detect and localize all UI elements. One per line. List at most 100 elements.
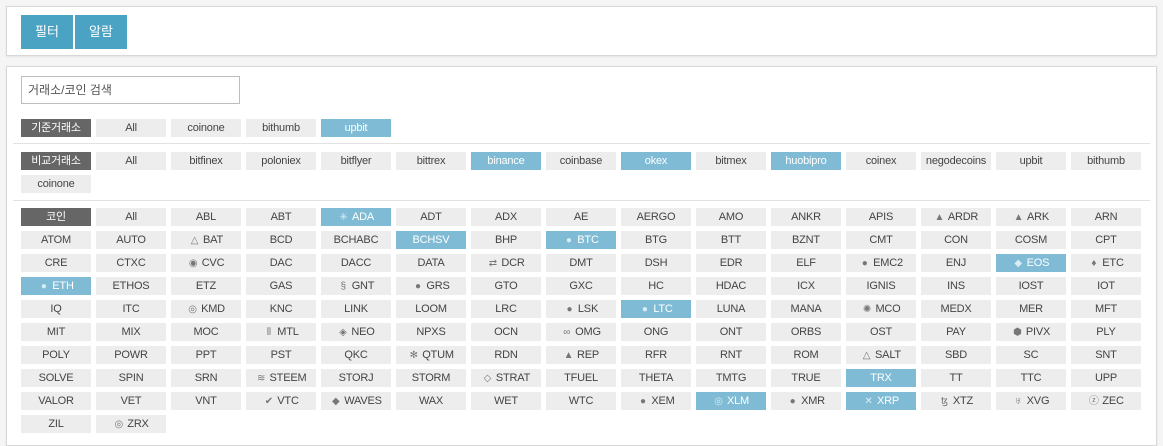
alarm-button[interactable]: 알람 (75, 15, 127, 49)
coin-ark-chip[interactable]: ▲ ARK (996, 208, 1066, 226)
coin-hdac-chip[interactable]: HDAC (696, 277, 766, 295)
coin-xmr-chip[interactable]: ● XMR (771, 392, 841, 410)
search-input[interactable] (21, 76, 240, 104)
coin-btg-chip[interactable]: BTG (621, 231, 691, 249)
coin-abt-chip[interactable]: ABT (246, 208, 316, 226)
coin-solve-chip[interactable]: SOLVE (21, 369, 91, 387)
coin-iq-chip[interactable]: IQ (21, 300, 91, 318)
coin-ppt-chip[interactable]: PPT (171, 346, 241, 364)
coin-bchabc-chip[interactable]: BCHABC (321, 231, 391, 249)
coin-rfr-chip[interactable]: RFR (621, 346, 691, 364)
coin-orbs-chip[interactable]: ORBS (771, 323, 841, 341)
coin-pst-chip[interactable]: PST (246, 346, 316, 364)
coin-kmd-chip[interactable]: ◎ KMD (171, 300, 241, 318)
coin-xrp-chip[interactable]: ✕ XRP (846, 392, 916, 410)
coin-neo-chip[interactable]: ◈ NEO (321, 323, 391, 341)
coin-icx-chip[interactable]: ICX (771, 277, 841, 295)
coin-xem-chip[interactable]: ● XEM (621, 392, 691, 410)
coin-etz-chip[interactable]: ETZ (171, 277, 241, 295)
coin-mana-chip[interactable]: MANA (771, 300, 841, 318)
coin-cvc-chip[interactable]: ◉ CVC (171, 254, 241, 272)
coin-mtl-chip[interactable]: ⦀ MTL (246, 323, 316, 341)
coin-dmt-chip[interactable]: DMT (546, 254, 616, 272)
coin-edr-chip[interactable]: EDR (696, 254, 766, 272)
base-exchange-bithumb-chip[interactable]: bithumb (246, 119, 316, 137)
coin-ardr-chip[interactable]: ▲ ARDR (921, 208, 991, 226)
compare-exchange-coinex-chip[interactable]: coinex (846, 152, 916, 170)
coin-bcd-chip[interactable]: BCD (246, 231, 316, 249)
coin-data-chip[interactable]: DATA (396, 254, 466, 272)
coin-bat-chip[interactable]: △ BAT (171, 231, 241, 249)
coin-ae-chip[interactable]: AE (546, 208, 616, 226)
coin-pivx-chip[interactable]: ⬢ PIVX (996, 323, 1066, 341)
coin-rom-chip[interactable]: ROM (771, 346, 841, 364)
compare-exchange-coinone-chip[interactable]: coinone (21, 175, 91, 193)
coin-itc-chip[interactable]: ITC (96, 300, 166, 318)
coin-mco-chip[interactable]: ✺ MCO (846, 300, 916, 318)
coin-qtum-chip[interactable]: ✻ QTUM (396, 346, 466, 364)
coin-atom-chip[interactable]: ATOM (21, 231, 91, 249)
coin-eth-chip[interactable]: ● ETH (21, 277, 91, 295)
coin-knc-chip[interactable]: KNC (246, 300, 316, 318)
coin-etc-chip[interactable]: ♦ ETC (1071, 254, 1141, 272)
coin-steem-chip[interactable]: ≋ STEEM (246, 369, 316, 387)
coin-storj-chip[interactable]: STORJ (321, 369, 391, 387)
compare-exchange-all-chip[interactable]: All (96, 152, 166, 170)
coin-bchsv-chip[interactable]: BCHSV (396, 231, 466, 249)
coin-ankr-chip[interactable]: ANKR (771, 208, 841, 226)
coin-xtz-chip[interactable]: ꜩ XTZ (921, 392, 991, 410)
coin-bhp-chip[interactable]: BHP (471, 231, 541, 249)
coin-spin-chip[interactable]: SPIN (96, 369, 166, 387)
coin-dsh-chip[interactable]: DSH (621, 254, 691, 272)
coin-gnt-chip[interactable]: § GNT (321, 277, 391, 295)
coin-mit-chip[interactable]: MIT (21, 323, 91, 341)
coin-powr-chip[interactable]: POWR (96, 346, 166, 364)
coin-gxc-chip[interactable]: GXC (546, 277, 616, 295)
base-exchange-all-chip[interactable]: All (96, 119, 166, 137)
compare-exchange-bitmex-chip[interactable]: bitmex (696, 152, 766, 170)
coin-abl-chip[interactable]: ABL (171, 208, 241, 226)
compare-exchange-bitfinex-chip[interactable]: bitfinex (171, 152, 241, 170)
coin-upp-chip[interactable]: UPP (1071, 369, 1141, 387)
coin-emc2-chip[interactable]: ● EMC2 (846, 254, 916, 272)
coin-btc-chip[interactable]: ● BTC (546, 231, 616, 249)
base-exchange-coinone-chip[interactable]: coinone (171, 119, 241, 137)
coin-dac-chip[interactable]: DAC (246, 254, 316, 272)
coin-omg-chip[interactable]: ∞ OMG (546, 323, 616, 341)
compare-exchange-binance-chip[interactable]: binance (471, 152, 541, 170)
coin-waves-chip[interactable]: ◆ WAVES (321, 392, 391, 410)
coin-ada-chip[interactable]: ✳ ADA (321, 208, 391, 226)
coin-adx-chip[interactable]: ADX (471, 208, 541, 226)
coin-npxs-chip[interactable]: NPXS (396, 323, 466, 341)
coin-storm-chip[interactable]: STORM (396, 369, 466, 387)
filter-button[interactable]: 필터 (21, 15, 73, 49)
compare-exchange-okex-chip[interactable]: okex (621, 152, 691, 170)
coin-hc-chip[interactable]: HC (621, 277, 691, 295)
coin-vet-chip[interactable]: VET (96, 392, 166, 410)
coin-zrx-chip[interactable]: ◎ ZRX (96, 415, 166, 433)
coin-vtc-chip[interactable]: ✔ VTC (246, 392, 316, 410)
coin-arn-chip[interactable]: ARN (1071, 208, 1141, 226)
base-exchange-upbit-chip[interactable]: upbit (321, 119, 391, 137)
compare-exchange-bitflyer-chip[interactable]: bitflyer (321, 152, 391, 170)
coin-eos-chip[interactable]: ◆ EOS (996, 254, 1066, 272)
coin-elf-chip[interactable]: ELF (771, 254, 841, 272)
coin-xvg-chip[interactable]: ♅ XVG (996, 392, 1066, 410)
coin-cosm-chip[interactable]: COSM (996, 231, 1066, 249)
coin-xlm-chip[interactable]: ◎ XLM (696, 392, 766, 410)
coin-sc-chip[interactable]: SC (996, 346, 1066, 364)
coin-pay-chip[interactable]: PAY (921, 323, 991, 341)
coin-con-chip[interactable]: CON (921, 231, 991, 249)
coin-poly-chip[interactable]: POLY (21, 346, 91, 364)
coin-ost-chip[interactable]: OST (846, 323, 916, 341)
coin-amo-chip[interactable]: AMO (696, 208, 766, 226)
coin-ong-chip[interactable]: ONG (621, 323, 691, 341)
coin-grs-chip[interactable]: ● GRS (396, 277, 466, 295)
coin-btt-chip[interactable]: BTT (696, 231, 766, 249)
coin-ont-chip[interactable]: ONT (696, 323, 766, 341)
coin-ltc-chip[interactable]: ● LTC (621, 300, 691, 318)
coin-wtc-chip[interactable]: WTC (546, 392, 616, 410)
compare-exchange-poloniex-chip[interactable]: poloniex (246, 152, 316, 170)
coin-salt-chip[interactable]: △ SALT (846, 346, 916, 364)
coin-strat-chip[interactable]: ◇ STRAT (471, 369, 541, 387)
